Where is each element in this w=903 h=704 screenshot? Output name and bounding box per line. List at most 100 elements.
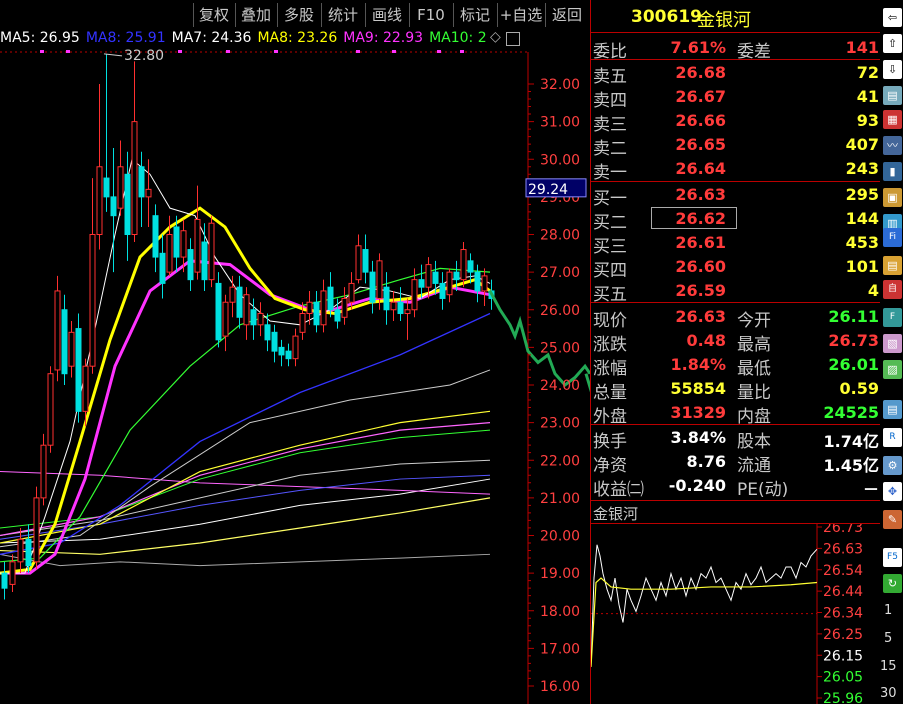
add-watchlist-button[interactable]: +自选 — [497, 3, 544, 27]
quote-value: 26.63 — [675, 307, 726, 326]
mark-button[interactable]: 标记 — [453, 3, 496, 27]
ask-price: 26.68 — [675, 63, 726, 82]
bid-row[interactable]: 买四 26.60 101 — [591, 255, 881, 281]
quote-panel: 300619 金银河 委比 7.61% 委差 141 卖五 26.68 72 卖四 26… — [590, 0, 881, 704]
ask-row[interactable]: 卖三 26.66 93 — [591, 109, 881, 135]
overlay-button[interactable]: 叠加 — [235, 3, 276, 27]
kline-chart[interactable]: 32.80 32.0031.0030.0029.0028.0027.0026.0… — [0, 48, 590, 704]
candle-body — [40, 444, 47, 499]
intraday-chart[interactable]: 26.73 26.63 26.54 26.44 26.34 26.25 26.15 26.05… — [591, 524, 881, 704]
restore-rights-button[interactable]: 复权 — [193, 3, 234, 27]
period-30[interactable]: 30 — [880, 686, 897, 701]
arrow-left-icon[interactable]: ⇦ — [883, 8, 902, 27]
fundamental-label: PE(动) — [737, 480, 789, 500]
ma-legend-item: MA8: 25.91 — [85, 30, 166, 46]
bid-level-label: 买二 — [593, 213, 627, 233]
candle-icon[interactable]: ▮ — [883, 162, 902, 181]
ma-line — [0, 553, 491, 567]
arrow-down-icon[interactable]: ⇩ — [883, 60, 902, 79]
intraday-price-label: 26.05 — [823, 670, 863, 686]
move-icon[interactable]: ✥ — [883, 482, 902, 501]
ask-row[interactable]: 卖四 26.67 41 — [591, 85, 881, 111]
f10-icon[interactable]: Fi — [883, 228, 902, 247]
candle-body — [1, 572, 8, 589]
ask-row[interactable]: 卖二 26.65 407 — [591, 133, 881, 159]
quote-label: 现价 — [593, 311, 627, 331]
pencil-icon[interactable]: ✎ — [883, 510, 902, 529]
bid-row[interactable]: 买一 26.63 295 — [591, 183, 881, 209]
grid-icon[interactable]: ▦ — [883, 110, 902, 129]
bid-row[interactable]: 买五 26.59 4 — [591, 279, 881, 305]
price-axis-label: 26.00 — [540, 303, 580, 319]
quote-value: 26.73 — [828, 331, 879, 350]
f12-icon[interactable]: F — [883, 308, 902, 327]
quote-row: 总量 55854 量比 0.59 — [591, 377, 881, 403]
ask-price: 26.67 — [675, 87, 726, 106]
fundamental-row: 收益㈡ -0.240 PE(动) － — [591, 474, 881, 500]
bid-row[interactable]: 买三 26.61 453 — [591, 231, 881, 257]
self-select-icon[interactable]: 自 — [883, 280, 902, 299]
list-icon[interactable]: ▤ — [883, 86, 902, 105]
price-axis-label: 19.00 — [540, 566, 580, 582]
period-5[interactable]: 5 — [884, 631, 892, 646]
quote-label: 量比 — [737, 383, 771, 403]
tools-icon[interactable]: ▤ — [883, 256, 902, 275]
price-axis-label: 23.00 — [540, 416, 580, 432]
box-icon[interactable]: ▨ — [883, 360, 902, 379]
candle-body — [250, 309, 257, 326]
candle-body — [124, 173, 131, 236]
candle-body — [229, 286, 236, 303]
ma-legend-item: MA10: 2 — [429, 30, 487, 46]
candle-body — [432, 271, 439, 284]
config-icon[interactable]: ⚙ — [883, 456, 902, 475]
quote-value: 24525 — [823, 403, 879, 422]
period-15[interactable]: 15 — [880, 659, 897, 674]
quote-value: 0.59 — [839, 379, 879, 398]
ma-legend-item: MA7: 24.36 — [171, 30, 252, 46]
ma-line — [0, 422, 491, 537]
line-chart-icon[interactable]: 〰 — [883, 136, 902, 155]
candle-body — [292, 335, 299, 360]
f5-icon[interactable]: F5 — [883, 548, 902, 567]
ask-price: 26.64 — [675, 159, 726, 178]
quote-value: 1.84% — [670, 355, 726, 374]
legend-collapse-icon[interactable] — [506, 32, 520, 46]
peak-label: 32.80 — [124, 48, 164, 64]
candle-body — [271, 331, 278, 352]
rss-icon[interactable]: R — [883, 428, 902, 447]
quote-value: 26.01 — [828, 355, 879, 374]
report-icon[interactable]: ▣ — [883, 188, 902, 207]
ask-volume: 407 — [845, 135, 879, 154]
ask-row[interactable]: 卖一 26.64 243 — [591, 157, 881, 183]
picture-icon[interactable]: ▧ — [883, 334, 902, 353]
ask-level-label: 卖一 — [593, 163, 627, 183]
f10-button[interactable]: F10 — [409, 3, 452, 27]
selected-bid-box[interactable] — [651, 207, 737, 229]
intraday-price-label: 26.54 — [823, 563, 863, 579]
multi-stock-button[interactable]: 多股 — [277, 3, 320, 27]
diamond-icon[interactable]: ◇ — [490, 29, 501, 45]
quote-label: 最高 — [737, 335, 771, 355]
refresh-icon[interactable]: ↻ — [883, 574, 902, 593]
candle-body — [96, 166, 103, 235]
back-button[interactable]: 返回 — [545, 3, 588, 27]
price-axis-label: 31.00 — [540, 115, 580, 131]
arrow-up-icon[interactable]: ⇧ — [883, 34, 902, 53]
doc-icon[interactable]: ▤ — [883, 400, 902, 419]
ma-marker — [437, 50, 441, 53]
ma-marker — [356, 50, 360, 53]
intraday-price-label: 26.44 — [823, 584, 863, 600]
cursor-price: 29.24 — [528, 182, 568, 198]
statistics-button[interactable]: 统计 — [321, 3, 364, 27]
ask-row[interactable]: 卖五 26.68 72 — [591, 61, 881, 87]
price-axis-label: 24.00 — [540, 378, 580, 394]
draw-line-button[interactable]: 画线 — [365, 3, 408, 27]
candle-body — [33, 497, 40, 563]
period-1[interactable]: 1 — [884, 603, 892, 618]
candle-body — [362, 249, 369, 273]
quote-label: 涨幅 — [593, 359, 627, 379]
candle-body — [222, 301, 229, 337]
candle-body — [208, 222, 215, 281]
chart-toolbar: 复权 叠加 多股 统计 画线 F10 标记 +自选 返回 — [0, 0, 590, 30]
bid-price: 26.59 — [675, 281, 726, 300]
